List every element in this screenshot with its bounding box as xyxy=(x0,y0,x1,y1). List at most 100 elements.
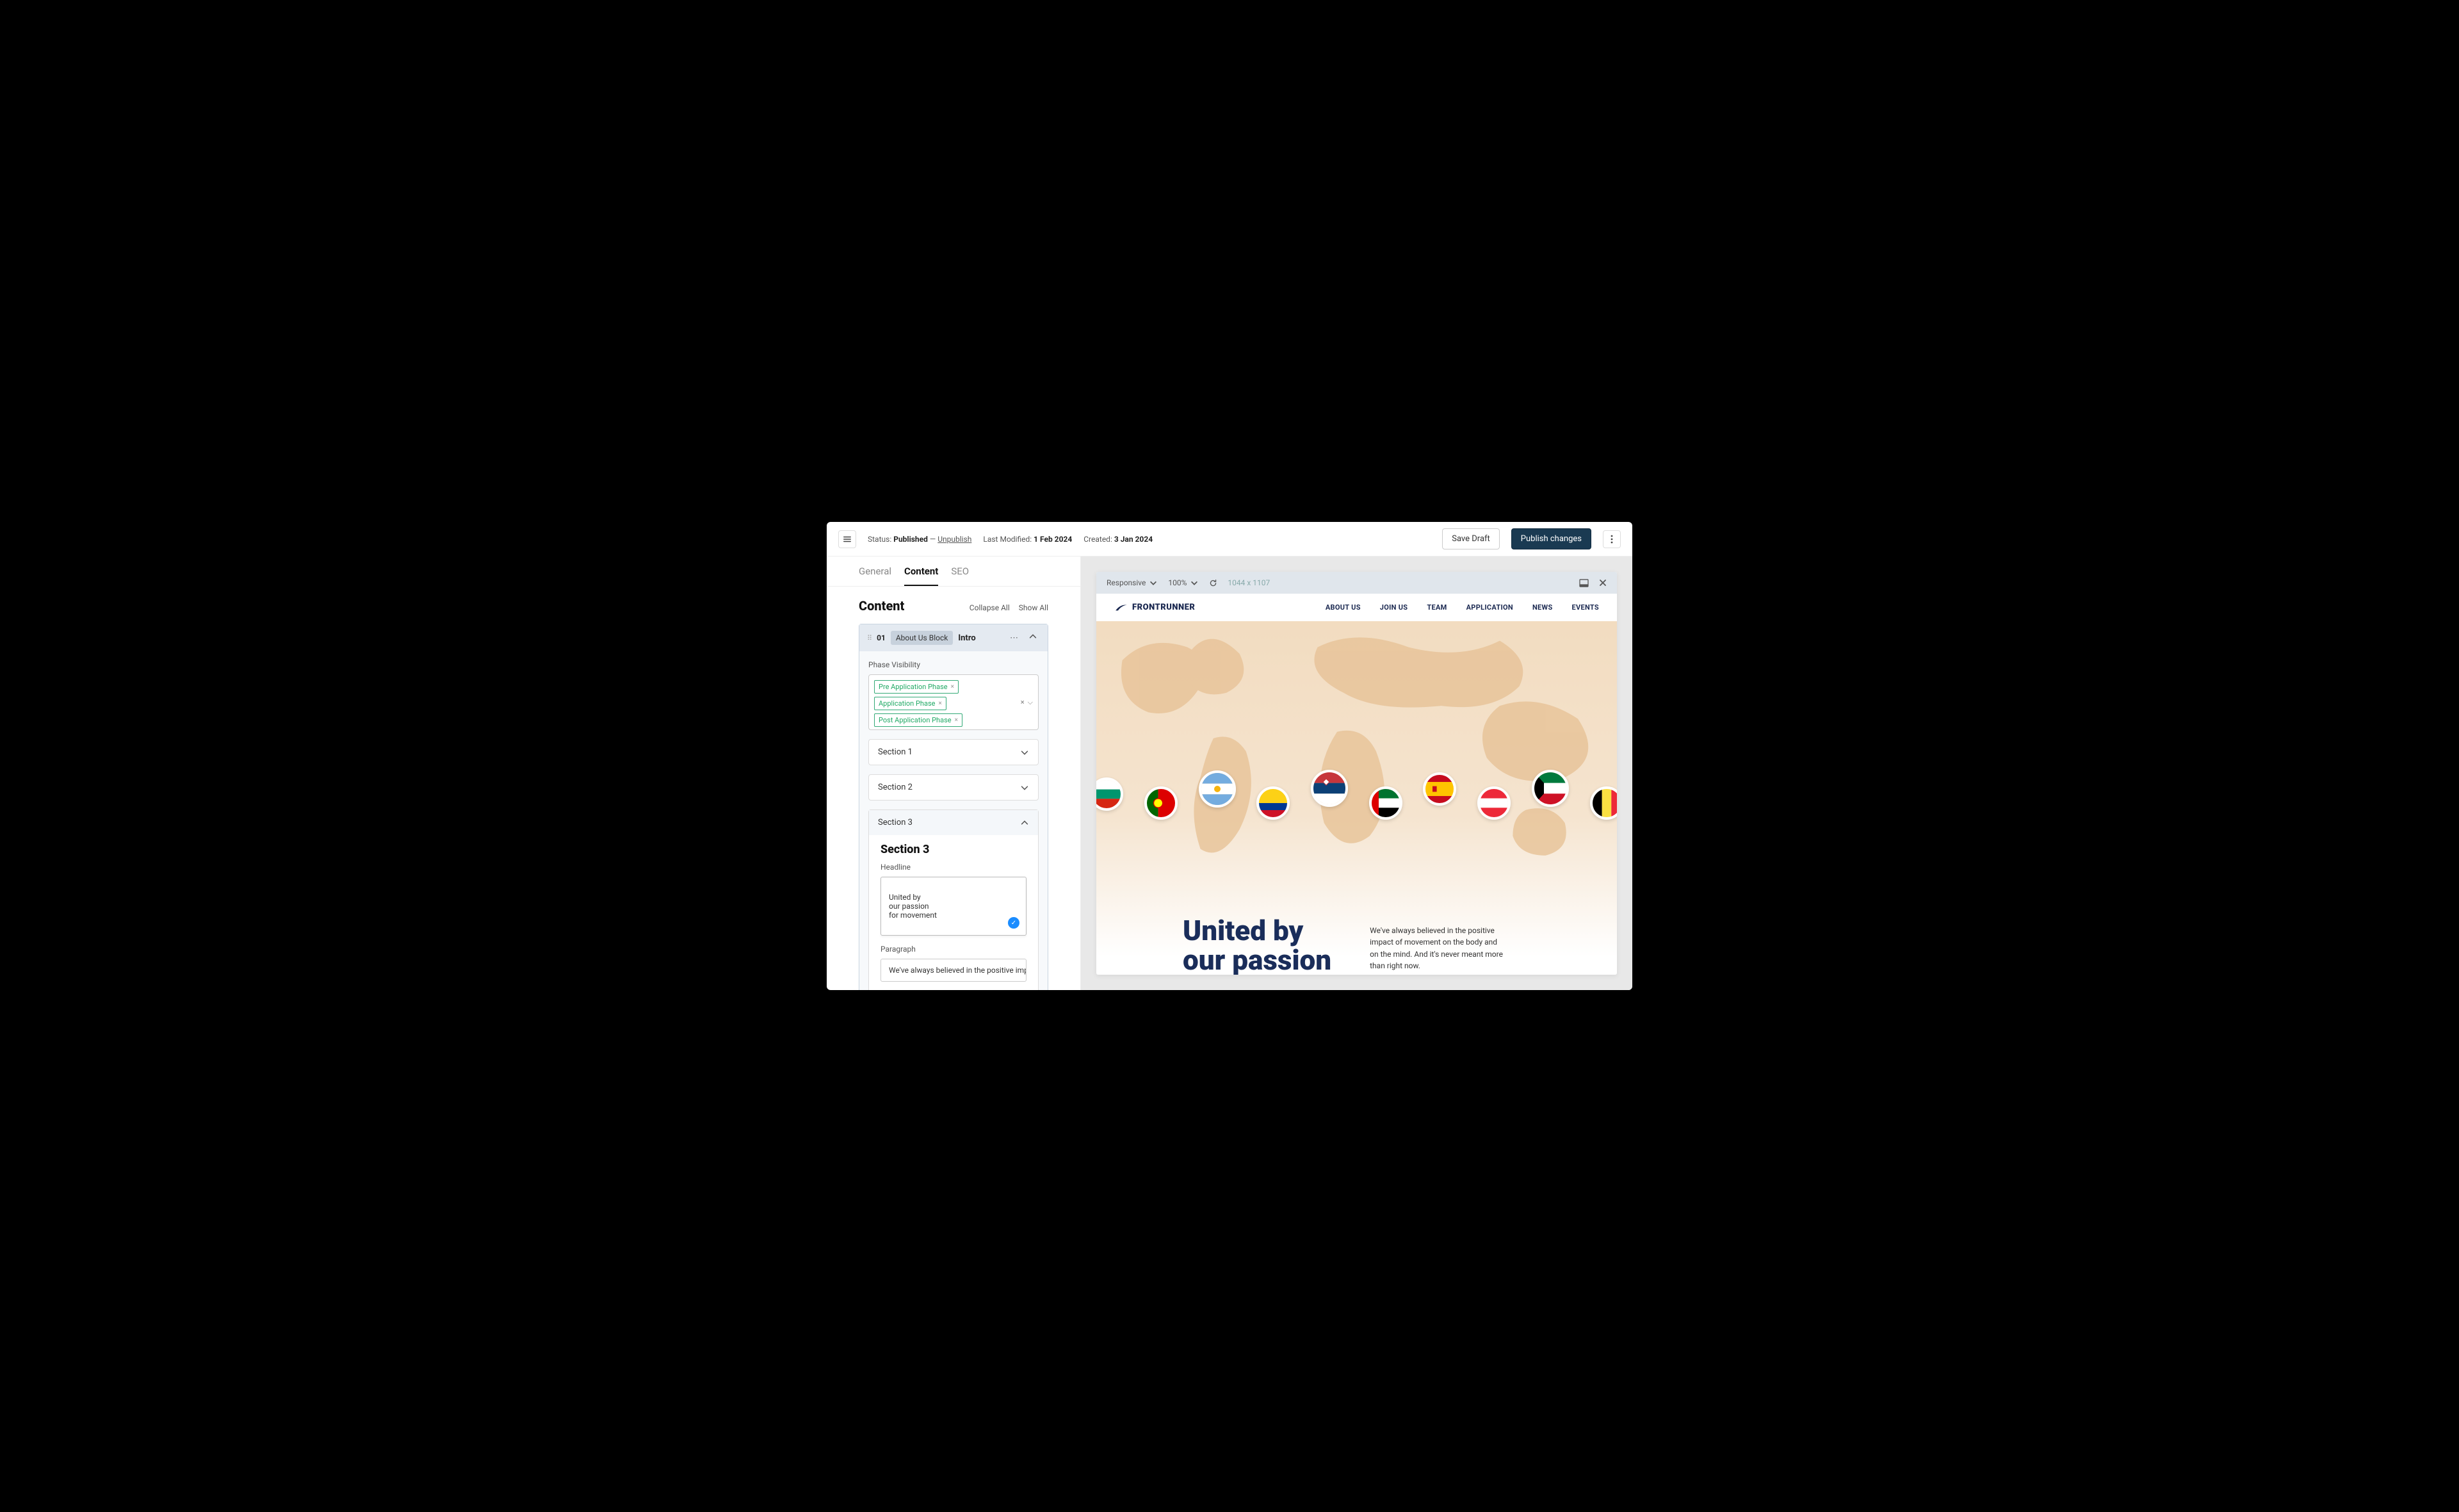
collapse-all-link[interactable]: Collapse All xyxy=(970,603,1010,612)
panel-title: Content xyxy=(859,598,961,614)
panel-head: Content Collapse All Show All xyxy=(827,587,1080,620)
close-icon xyxy=(1599,579,1607,587)
tab-content[interactable]: Content xyxy=(904,565,938,586)
unpublish-link[interactable]: Unpublish xyxy=(937,535,971,544)
show-all-link[interactable]: Show All xyxy=(1019,603,1048,612)
chevron-down-icon xyxy=(1149,578,1158,587)
section-3-header[interactable]: Section 3 xyxy=(869,810,1038,835)
flag-colombia xyxy=(1256,786,1290,820)
phase-tag-label: Application Phase xyxy=(879,699,935,708)
dropdown-icon[interactable]: ⌵ xyxy=(1028,698,1033,707)
fullscreen-icon xyxy=(1579,579,1589,587)
brand-name: FRONTRUNNER xyxy=(1132,603,1195,612)
paragraph-input[interactable]: We've always believed in the positive im… xyxy=(881,959,1027,982)
section-3-expanded: Section 3 Section 3 Headline United by o… xyxy=(868,809,1039,990)
status-sep: — xyxy=(930,535,936,544)
chevron-up-icon xyxy=(1020,818,1029,827)
status-text: Status: Published — Unpublish xyxy=(868,535,971,544)
flags-row xyxy=(1096,768,1617,820)
tab-seo[interactable]: SEO xyxy=(951,565,969,586)
content-block: ⠿ 01 About Us Block Intro ⋯ Phase Visibi… xyxy=(859,624,1048,990)
block-collapse-icon[interactable] xyxy=(1026,631,1040,645)
phase-tag-label: Post Application Phase xyxy=(879,716,952,724)
last-modified: Last Modified: 1 Feb 2024 xyxy=(983,535,1072,544)
flag-uae xyxy=(1369,786,1402,820)
hero-paragraph: We've always believed in the positive im… xyxy=(1370,925,1504,975)
block-type-chip: About Us Block xyxy=(891,631,953,645)
phase-visibility-select[interactable]: Pre Application Phase× Application Phase… xyxy=(868,674,1039,730)
refresh-icon xyxy=(1209,579,1217,587)
nav-link-application[interactable]: APPLICATION xyxy=(1466,603,1513,612)
site-nav: FRONTRUNNER ABOUT US JOIN US TEAM APPLIC… xyxy=(1096,594,1617,621)
block-more-icon[interactable]: ⋯ xyxy=(1007,632,1021,644)
site-preview: FRONTRUNNER ABOUT US JOIN US TEAM APPLIC… xyxy=(1096,594,1617,975)
responsive-label: Responsive xyxy=(1107,578,1146,587)
preview-frame: Responsive 100% 1044 x 1107 xyxy=(1096,572,1617,975)
flag-austria xyxy=(1477,786,1511,820)
headline-input[interactable]: United by our passion for movement ✓ xyxy=(881,877,1027,936)
flag-bulgaria xyxy=(1096,777,1123,811)
dimensions-label: 1044 x 1107 xyxy=(1228,578,1270,587)
more-actions-button[interactable] xyxy=(1603,530,1621,548)
section-2-row[interactable]: Section 2 xyxy=(868,774,1039,801)
phase-tag: Pre Application Phase× xyxy=(874,680,959,694)
left-panel: General Content SEO Content Collapse All… xyxy=(827,557,1081,990)
section-1-row[interactable]: Section 1 xyxy=(868,739,1039,765)
created: Created: 3 Jan 2024 xyxy=(1083,535,1153,544)
phase-tag: Application Phase× xyxy=(874,697,946,710)
section-label: Section 1 xyxy=(878,747,913,757)
clear-all-icon[interactable]: × xyxy=(1021,698,1025,707)
paragraph-value: We've always believed in the positive im… xyxy=(889,966,1027,975)
publish-button[interactable]: Publish changes xyxy=(1511,528,1591,549)
flag-kuwait xyxy=(1532,770,1569,807)
nav-link-about[interactable]: ABOUT US xyxy=(1326,603,1361,612)
block-header[interactable]: ⠿ 01 About Us Block Intro ⋯ xyxy=(859,624,1048,651)
block-index: 01 xyxy=(877,633,886,642)
topbar: Status: Published — Unpublish Last Modif… xyxy=(827,522,1632,557)
flag-argentina xyxy=(1199,770,1236,808)
flag-portugal xyxy=(1144,786,1178,820)
phase-visibility-label: Phase Visibility xyxy=(868,660,1039,669)
flag-spain xyxy=(1423,772,1456,806)
zoom-label: 100% xyxy=(1168,578,1187,587)
paragraph-label: Paragraph xyxy=(881,945,1027,954)
block-title: Intro xyxy=(958,633,975,643)
save-draft-button[interactable]: Save Draft xyxy=(1442,528,1500,549)
hamburger-menu[interactable] xyxy=(838,530,856,548)
tab-general[interactable]: General xyxy=(859,565,891,586)
chevron-down-icon xyxy=(1020,748,1029,757)
close-preview-button[interactable] xyxy=(1599,579,1607,587)
created-label: Created: xyxy=(1083,535,1112,544)
logo[interactable]: FRONTRUNNER xyxy=(1114,603,1195,612)
chevron-down-icon xyxy=(1020,783,1029,792)
kebab-icon xyxy=(1611,535,1613,544)
remove-tag-icon[interactable]: × xyxy=(938,700,941,707)
refresh-button[interactable] xyxy=(1209,579,1217,587)
preview-toolbar: Responsive 100% 1044 x 1107 xyxy=(1096,572,1617,594)
remove-tag-icon[interactable]: × xyxy=(955,717,958,724)
section-label: Section 3 xyxy=(878,818,913,827)
asics-logo-icon xyxy=(1114,603,1128,612)
check-badge-icon: ✓ xyxy=(1008,917,1019,929)
flag-serbia xyxy=(1311,770,1348,807)
zoom-selector[interactable]: 100% xyxy=(1168,578,1199,587)
app-window: Status: Published — Unpublish Last Modif… xyxy=(827,522,1632,990)
section-label: Section 2 xyxy=(878,783,913,792)
hero-headline: United by our passion xyxy=(1183,916,1331,975)
nav-link-events[interactable]: EVENTS xyxy=(1572,603,1599,612)
status-label: Status: xyxy=(868,535,891,544)
last-modified-value: 1 Feb 2024 xyxy=(1034,535,1072,544)
nav-link-team[interactable]: TEAM xyxy=(1427,603,1447,612)
hero-text: United by our passion We've always belie… xyxy=(1183,916,1578,975)
nav-link-join[interactable]: JOIN US xyxy=(1380,603,1408,612)
tabs: General Content SEO xyxy=(827,557,1080,587)
nav-link-news[interactable]: NEWS xyxy=(1532,603,1553,612)
right-panel: Responsive 100% 1044 x 1107 xyxy=(1081,557,1632,990)
drag-handle-icon[interactable]: ⠿ xyxy=(867,634,872,642)
flag-belgium xyxy=(1590,786,1617,820)
fullscreen-button[interactable] xyxy=(1579,579,1589,587)
remove-tag-icon[interactable]: × xyxy=(951,683,954,690)
hero-section: United by our passion We've always belie… xyxy=(1096,621,1617,975)
created-value: 3 Jan 2024 xyxy=(1114,535,1153,544)
responsive-selector[interactable]: Responsive xyxy=(1107,578,1158,587)
